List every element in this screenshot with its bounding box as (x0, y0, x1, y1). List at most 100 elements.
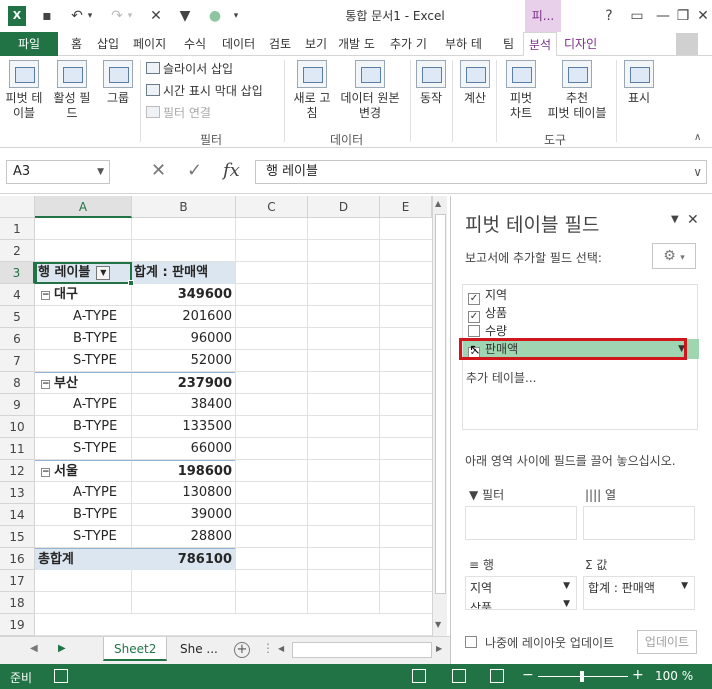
vertical-scrollbar[interactable]: ▲ ▼ (432, 196, 447, 636)
row-header[interactable]: 17 (0, 570, 35, 592)
pivot-table-button[interactable]: 피벗 테 이블 (4, 60, 44, 121)
row-header[interactable]: 13 (0, 482, 35, 504)
split-handle-icon[interactable]: ⋮ (262, 641, 274, 655)
expand-formula-icon[interactable]: ∨ (693, 161, 702, 183)
tab-formulas[interactable]: 수식 (184, 32, 206, 56)
pivot-item-label[interactable]: S-TYPE (35, 350, 131, 372)
undo-dropdown-icon[interactable]: ▾ (84, 6, 96, 26)
minimize-button[interactable]: — (652, 6, 674, 26)
fill-handle[interactable] (128, 280, 134, 286)
column-header-a[interactable]: A (35, 196, 132, 218)
cancel-icon[interactable]: ✕ (151, 160, 166, 181)
defer-update-checkbox[interactable] (465, 636, 477, 648)
more-tables-link[interactable]: 추가 테이블... (466, 369, 536, 386)
name-box-dropdown-icon[interactable]: ▼ (97, 161, 104, 183)
row-header[interactable]: 11 (0, 438, 35, 460)
show-button[interactable]: 표시 (622, 60, 656, 106)
restore-button[interactable]: ❐ (672, 6, 694, 26)
columns-drop-area[interactable] (583, 506, 695, 540)
pivot-item-value[interactable]: 133500 (131, 416, 235, 438)
tab-review[interactable]: 검토 (269, 32, 291, 56)
field-item-region[interactable]: ✓ 지역 (463, 285, 699, 305)
row-header[interactable]: 18 (0, 592, 35, 614)
tab-data[interactable]: 데이터 (222, 32, 255, 56)
column-header-b[interactable]: B (132, 196, 236, 218)
tab-insert[interactable]: 삽입 (97, 32, 119, 56)
close-window-button[interactable]: ✕ (692, 6, 712, 26)
zoom-in-icon[interactable]: + (632, 667, 644, 683)
customize-qat-icon[interactable]: ▾ (230, 6, 242, 26)
sheet-tab-other[interactable]: She ... (170, 637, 228, 661)
column-header-c[interactable]: C (236, 196, 308, 218)
clear-icon[interactable]: ✕ (148, 6, 164, 26)
add-sheet-icon[interactable]: + (234, 642, 250, 658)
tab-analyze[interactable]: 분석 (523, 32, 558, 57)
values-drop-area[interactable]: 합계 : 판매액 ▼ (583, 576, 695, 610)
insert-timeline-button[interactable]: 시간 표시 막대 삽입 (146, 82, 263, 100)
enter-check-icon[interactable]: ✓ (187, 160, 202, 181)
collapse-icon[interactable]: − (41, 380, 50, 389)
tab-developer[interactable]: 개발 도 (338, 32, 375, 56)
row-header[interactable]: 1 (0, 218, 35, 240)
tab-home[interactable]: 홈 (71, 32, 82, 56)
pivot-item-value[interactable]: 130800 (131, 482, 235, 504)
area-item-dropdown-icon[interactable]: ▼ (563, 581, 570, 591)
pivot-item-value[interactable]: 28800 (131, 526, 235, 548)
vertical-scroll-thumb[interactable] (435, 214, 446, 594)
rows-area-item[interactable]: 지역 (470, 579, 492, 596)
row-header[interactable]: 5 (0, 306, 35, 328)
next-sheet-icon[interactable]: ▶ (58, 643, 66, 654)
filter-funnel-icon[interactable]: ▼ (176, 6, 194, 26)
refresh-button[interactable]: 새로 고 침 (290, 60, 334, 121)
pivot-group-row[interactable]: − 부산 (35, 372, 131, 394)
collapse-ribbon-icon[interactable]: ∧ (694, 132, 701, 143)
pivot-item-value[interactable]: 52000 (131, 350, 235, 372)
row-header[interactable]: 2 (0, 240, 35, 262)
grand-total-label[interactable]: 총합계 (35, 548, 131, 570)
pivot-item-label[interactable]: S-TYPE (35, 526, 131, 548)
zoom-level[interactable]: 100 % (655, 669, 693, 683)
field-item-product[interactable]: ✓ 상품 (463, 303, 699, 323)
pivot-item-label[interactable]: A-TYPE (35, 482, 131, 504)
active-field-button[interactable]: 활성 필 드 (50, 60, 94, 121)
pivot-item-label[interactable]: B-TYPE (35, 504, 131, 526)
collapse-icon[interactable]: − (41, 468, 50, 477)
calculations-button[interactable]: 계산 (458, 60, 492, 106)
zoom-out-icon[interactable]: − (522, 667, 534, 683)
pivot-group-total[interactable]: 198600 (131, 460, 235, 482)
values-area-item[interactable]: 합계 : 판매액 (588, 579, 655, 596)
save-icon[interactable]: ▪ (38, 6, 56, 26)
tools-gear-button[interactable]: ⚙ ▾ (652, 243, 696, 269)
row-header[interactable]: 12 (0, 460, 35, 482)
column-header-e[interactable]: E (380, 196, 432, 218)
tab-page-layout[interactable]: 페이지 (133, 32, 166, 56)
row-header[interactable]: 4 (0, 284, 35, 306)
recommended-pivot-button[interactable]: 추천 피벗 테이블 (542, 60, 612, 121)
tab-design[interactable]: 디자인 (564, 32, 597, 56)
formula-input[interactable]: 행 레이블 ∨ (255, 160, 707, 184)
pane-options-icon[interactable]: ▼ (671, 214, 679, 225)
pivot-chart-button[interactable]: 피벗 차트 (502, 60, 540, 121)
scroll-up-icon[interactable]: ▲ (435, 199, 441, 208)
pivot-item-value[interactable]: 38400 (131, 394, 235, 416)
shape-circle-icon[interactable]: ● (206, 6, 224, 26)
pivot-item-value[interactable]: 201600 (131, 306, 235, 328)
pivot-group-row[interactable]: − 대구 (35, 284, 131, 306)
pivot-item-label[interactable]: A-TYPE (35, 306, 131, 328)
row-header[interactable]: 7 (0, 350, 35, 372)
zoom-slider-thumb[interactable] (580, 671, 584, 682)
name-box[interactable]: A3 ▼ (6, 160, 110, 184)
rows-drop-area[interactable]: 지역 ▼ 상품 ▼ (465, 576, 577, 610)
scroll-left-icon[interactable]: ◀ (278, 644, 284, 653)
row-header[interactable]: 14 (0, 504, 35, 526)
tab-load-test[interactable]: 부하 테 (445, 32, 482, 56)
collapse-icon[interactable]: − (41, 291, 50, 300)
pivot-item-label[interactable]: B-TYPE (35, 328, 131, 350)
normal-view-icon[interactable] (412, 669, 426, 683)
group-button[interactable]: 그룹 (100, 60, 136, 106)
change-data-source-button[interactable]: 데이터 원본 변경 (336, 60, 404, 121)
filter-drop-area[interactable] (465, 506, 577, 540)
page-break-view-icon[interactable] (490, 669, 504, 683)
tab-view[interactable]: 보기 (305, 32, 327, 56)
pivot-group-total[interactable]: 237900 (131, 372, 235, 394)
